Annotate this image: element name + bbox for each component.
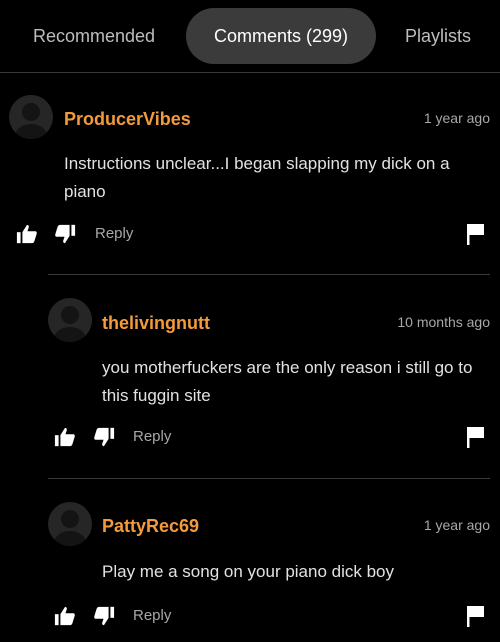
comment-username[interactable]: PattyRec69 (102, 516, 199, 537)
reply-button[interactable]: Reply (133, 428, 171, 445)
avatar[interactable] (9, 95, 53, 139)
flag-icon[interactable] (466, 426, 486, 448)
comment-text: you motherfuckers are the only reason i … (102, 358, 473, 405)
tab-comments[interactable]: Comments (299) (186, 8, 376, 64)
comment-username[interactable]: ProducerVibes (64, 109, 191, 130)
flag-icon[interactable] (466, 605, 486, 627)
comment-actions: Reply (0, 605, 500, 633)
avatar[interactable] (48, 298, 92, 342)
flag-icon[interactable] (466, 223, 486, 245)
comment-timestamp: 10 months ago (397, 314, 490, 330)
comment-username[interactable]: thelivingnutt (102, 313, 210, 334)
comment-text: Play me a song on your piano dick boy (102, 562, 395, 581)
reply-button[interactable]: Reply (95, 225, 133, 242)
tab-bar: Recommended Comments (299) Playlists (0, 0, 500, 73)
comment-item: thelivingnutt 10 months ago you motherfu… (0, 276, 500, 480)
comment-divider (48, 274, 490, 275)
thumbs-down-icon[interactable] (93, 426, 115, 448)
thumbs-up-icon[interactable] (16, 223, 38, 245)
comment-item: PattyRec69 1 year ago Play me a song on … (0, 480, 500, 642)
thumbs-up-icon[interactable] (54, 605, 76, 627)
comment-item: ProducerVibes 1 year ago Instructions un… (0, 72, 500, 276)
thumbs-up-icon[interactable] (54, 426, 76, 448)
comment-timestamp: 1 year ago (423, 110, 490, 126)
thumbs-down-icon[interactable] (54, 223, 76, 245)
comment-timestamp: 1 year ago (423, 517, 490, 533)
comment-text: Instructions unclear...I began slapping … (64, 154, 450, 201)
thumbs-down-icon[interactable] (93, 605, 115, 627)
tab-recommended[interactable]: Recommended (14, 8, 174, 64)
comment-divider (48, 478, 490, 479)
comment-actions: Reply (0, 223, 500, 251)
reply-button[interactable]: Reply (133, 607, 171, 624)
avatar[interactable] (48, 502, 92, 546)
tab-playlists[interactable]: Playlists (386, 8, 490, 64)
comment-actions: Reply (0, 426, 500, 454)
